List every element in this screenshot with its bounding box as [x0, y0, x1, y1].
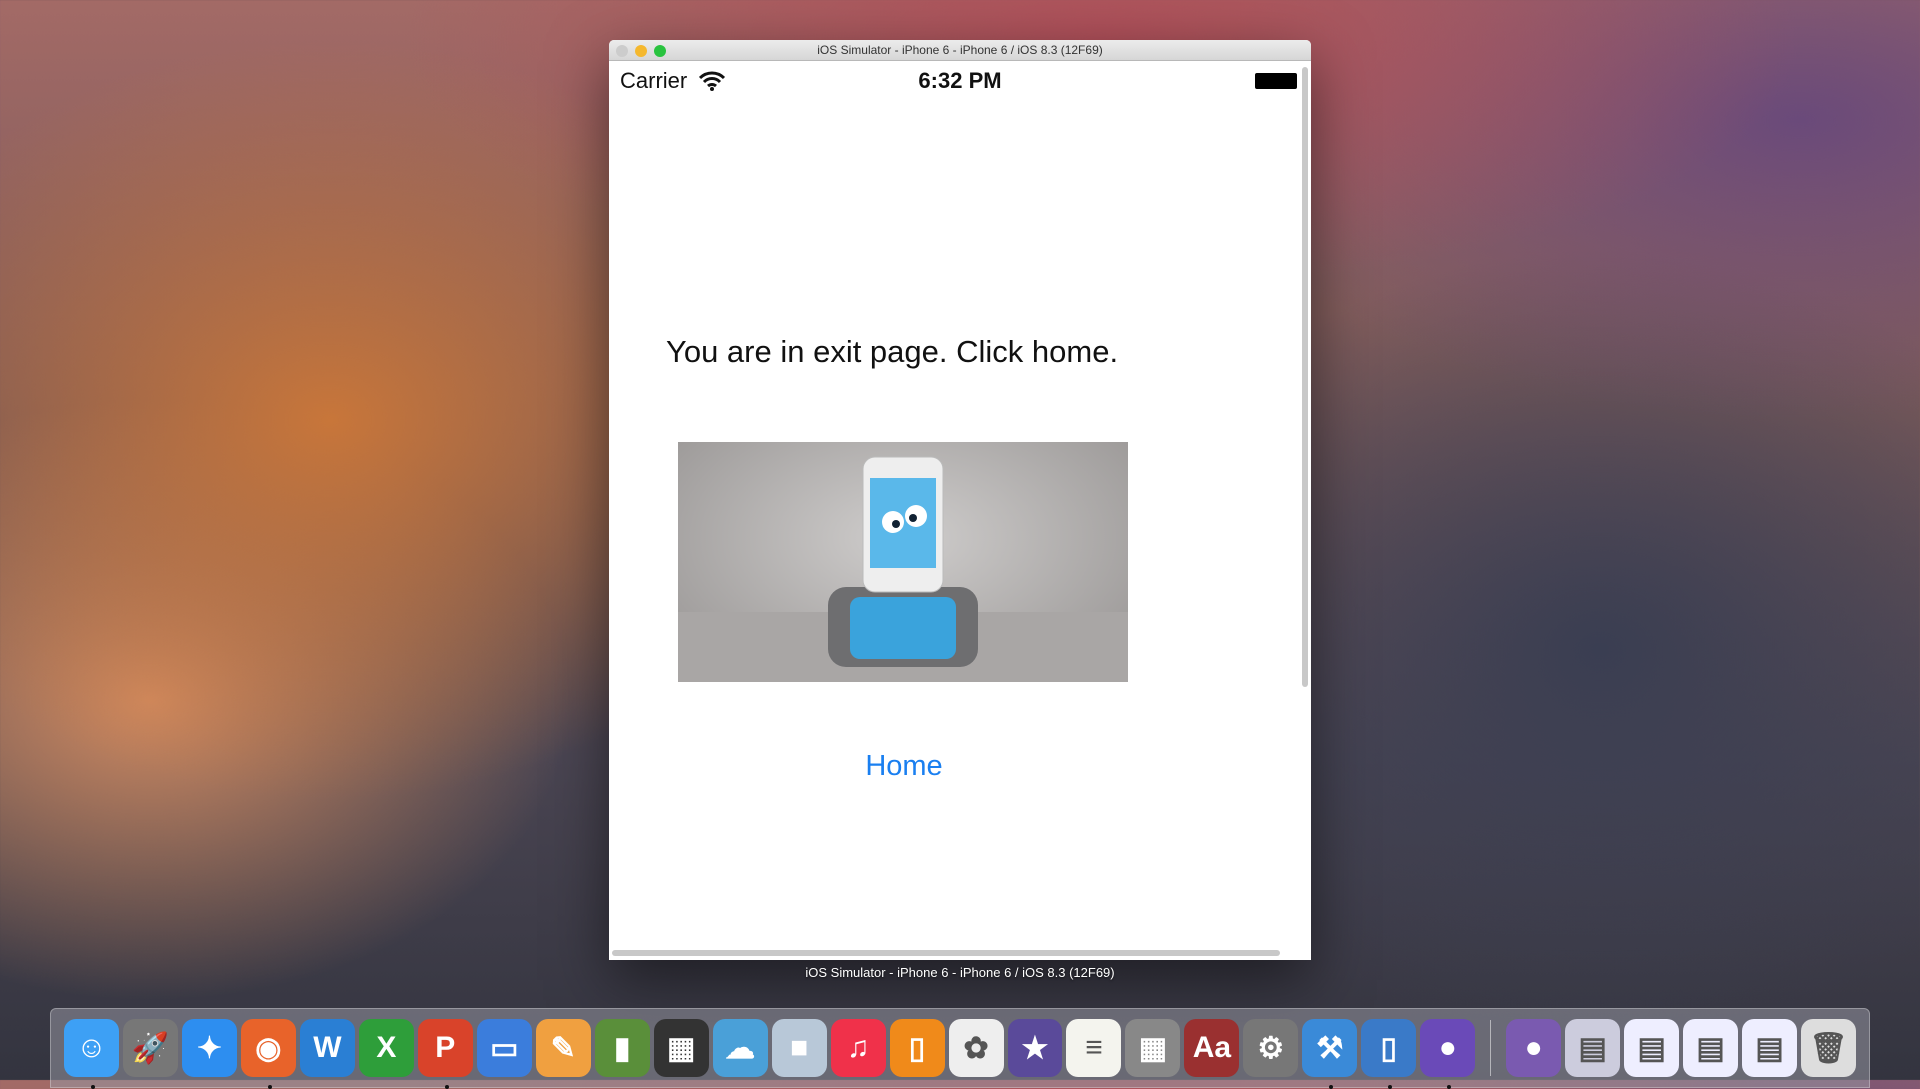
- dock-photo-booth-icon[interactable]: ▦: [653, 1019, 709, 1077]
- dock-system-preferences-icon[interactable]: ⚙: [1243, 1019, 1299, 1077]
- dock-github-icon[interactable]: ●: [1420, 1019, 1476, 1089]
- dock-keynote-icon[interactable]: ▭: [476, 1019, 532, 1077]
- dock-launchpad-icon[interactable]: 🚀: [122, 1019, 178, 1077]
- dock-finder-icon[interactable]: ☺: [64, 1019, 119, 1089]
- dock-textedit-icon[interactable]: ≡: [1066, 1019, 1122, 1077]
- dock-window-1-icon[interactable]: ▤: [1565, 1019, 1621, 1077]
- exit-page-message: You are in exit page. Click home.: [666, 334, 1119, 369]
- dock-ibooks-icon[interactable]: ▯: [889, 1019, 945, 1077]
- horizontal-scrollbar[interactable]: [612, 950, 1280, 956]
- ios-simulator-window: iOS Simulator - iPhone 6 - iPhone 6 / iO…: [609, 40, 1311, 960]
- dock-safari-icon[interactable]: ✦: [181, 1019, 237, 1077]
- dock-separator: [1490, 1020, 1492, 1076]
- dock-dictionary-icon[interactable]: Aa: [1184, 1019, 1240, 1077]
- dock-itunes-icon[interactable]: ♫: [830, 1019, 886, 1077]
- dock-calculator-icon[interactable]: ▦: [1125, 1019, 1181, 1077]
- dock-github-folder-icon[interactable]: ●: [1506, 1019, 1562, 1077]
- dock-numbers-icon[interactable]: ▮: [594, 1019, 650, 1077]
- close-button[interactable]: [616, 45, 628, 57]
- dock-imovie-icon[interactable]: ★: [1007, 1019, 1063, 1077]
- dock-window-3-icon[interactable]: ▤: [1683, 1019, 1739, 1077]
- dock-xcode-icon[interactable]: ⚒: [1302, 1019, 1358, 1089]
- vertical-scrollbar[interactable]: [1302, 67, 1308, 687]
- dock-virtualbox-icon[interactable]: ■: [771, 1019, 827, 1077]
- clock: 6:32 PM: [918, 68, 1002, 93]
- dock-ios-simulator-icon[interactable]: ▯: [1361, 1019, 1417, 1089]
- dock-trash-icon[interactable]: 🗑: [1801, 1019, 1857, 1077]
- zoom-button[interactable]: [654, 45, 666, 57]
- home-link[interactable]: Home: [609, 750, 1199, 783]
- dock-window-2-icon[interactable]: ▤: [1624, 1019, 1680, 1077]
- dock-word-icon[interactable]: W: [299, 1019, 355, 1077]
- simulator-caption: iOS Simulator - iPhone 6 - iPhone 6 / iO…: [805, 965, 1115, 980]
- dock-firefox-icon[interactable]: ◉: [240, 1019, 296, 1089]
- robot-image: [678, 442, 1128, 682]
- dock: ☺ 🚀 ✦ ◉ W X P ▭ ✎ ▮ ▦ ☁ ■ ♫ ▯ ✿ ★ ≡ ▦ Aa ⚙ ⚒ ▯ ● ● ▤ ▤ ▤ ▤ 🗑: [50, 1008, 1870, 1089]
- dock-cloud-app-icon[interactable]: ☁: [712, 1019, 768, 1077]
- dock-photos-icon[interactable]: ✿: [948, 1019, 1004, 1077]
- window-title: iOS Simulator - iPhone 6 - iPhone 6 / iO…: [817, 43, 1103, 57]
- minimize-button[interactable]: [635, 45, 647, 57]
- status-bar: Carrier 6:32 PM: [609, 61, 1311, 101]
- title-bar[interactable]: iOS Simulator - iPhone 6 - iPhone 6 / iO…: [609, 40, 1311, 61]
- dock-window-4-icon[interactable]: ▤: [1742, 1019, 1798, 1077]
- dock-excel-icon[interactable]: X: [358, 1019, 414, 1077]
- dock-pages-icon[interactable]: ✎: [535, 1019, 591, 1077]
- battery-icon: [1255, 73, 1297, 89]
- dock-powerpoint-icon[interactable]: P: [417, 1019, 473, 1089]
